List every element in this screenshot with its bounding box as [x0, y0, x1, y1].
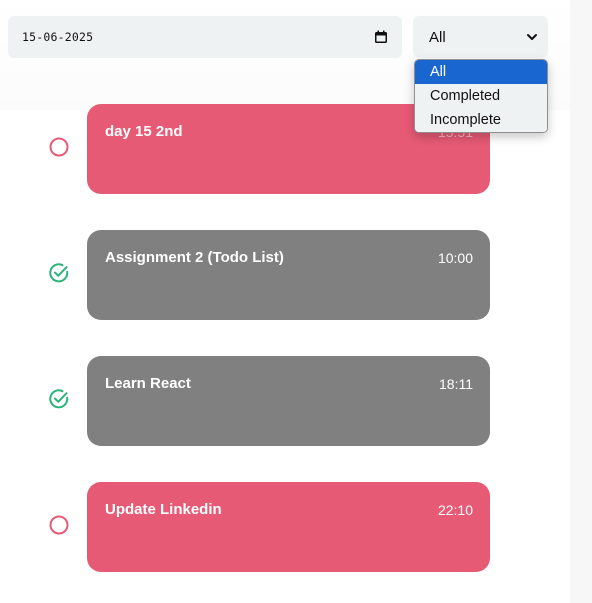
check-circle-icon[interactable]	[48, 262, 70, 284]
todo-title: Update Linkedin	[105, 501, 222, 518]
todo-item: Update Linkedin 22:10	[0, 482, 570, 572]
date-value: 15-06-2025	[22, 30, 94, 44]
todo-card[interactable]: Learn React 18:11	[87, 356, 490, 446]
todo-title: day 15 2nd	[105, 123, 183, 140]
todo-card[interactable]: Update Linkedin 22:10	[87, 482, 490, 572]
scrollbar-gutter	[570, 0, 592, 603]
todo-title: Learn React	[105, 375, 191, 392]
todo-item: Assignment 2 (Todo List) 10:00	[0, 230, 570, 320]
chevron-down-icon	[527, 34, 537, 40]
todo-title: Assignment 2 (Todo List)	[105, 249, 284, 266]
calendar-icon[interactable]	[374, 30, 388, 44]
todo-time: 22:10	[437, 502, 473, 518]
status-filter-value: All	[429, 28, 446, 46]
todo-time: 10:00	[437, 250, 473, 266]
incomplete-circle-icon[interactable]	[48, 136, 70, 158]
status-filter-dropdown: All Completed Incomplete	[414, 59, 548, 133]
todo-time: 18:11	[439, 376, 473, 392]
check-circle-icon[interactable]	[48, 388, 70, 410]
todo-card[interactable]: Assignment 2 (Todo List) 10:00	[87, 230, 490, 320]
incomplete-circle-icon[interactable]	[48, 514, 70, 536]
option-incomplete[interactable]: Incomplete	[415, 108, 547, 132]
todo-item: Learn React 18:11	[0, 356, 570, 446]
date-filter-input[interactable]: 15-06-2025	[8, 16, 402, 58]
option-all[interactable]: All	[415, 60, 547, 84]
status-filter-select[interactable]: All	[413, 16, 548, 58]
option-completed[interactable]: Completed	[415, 84, 547, 108]
